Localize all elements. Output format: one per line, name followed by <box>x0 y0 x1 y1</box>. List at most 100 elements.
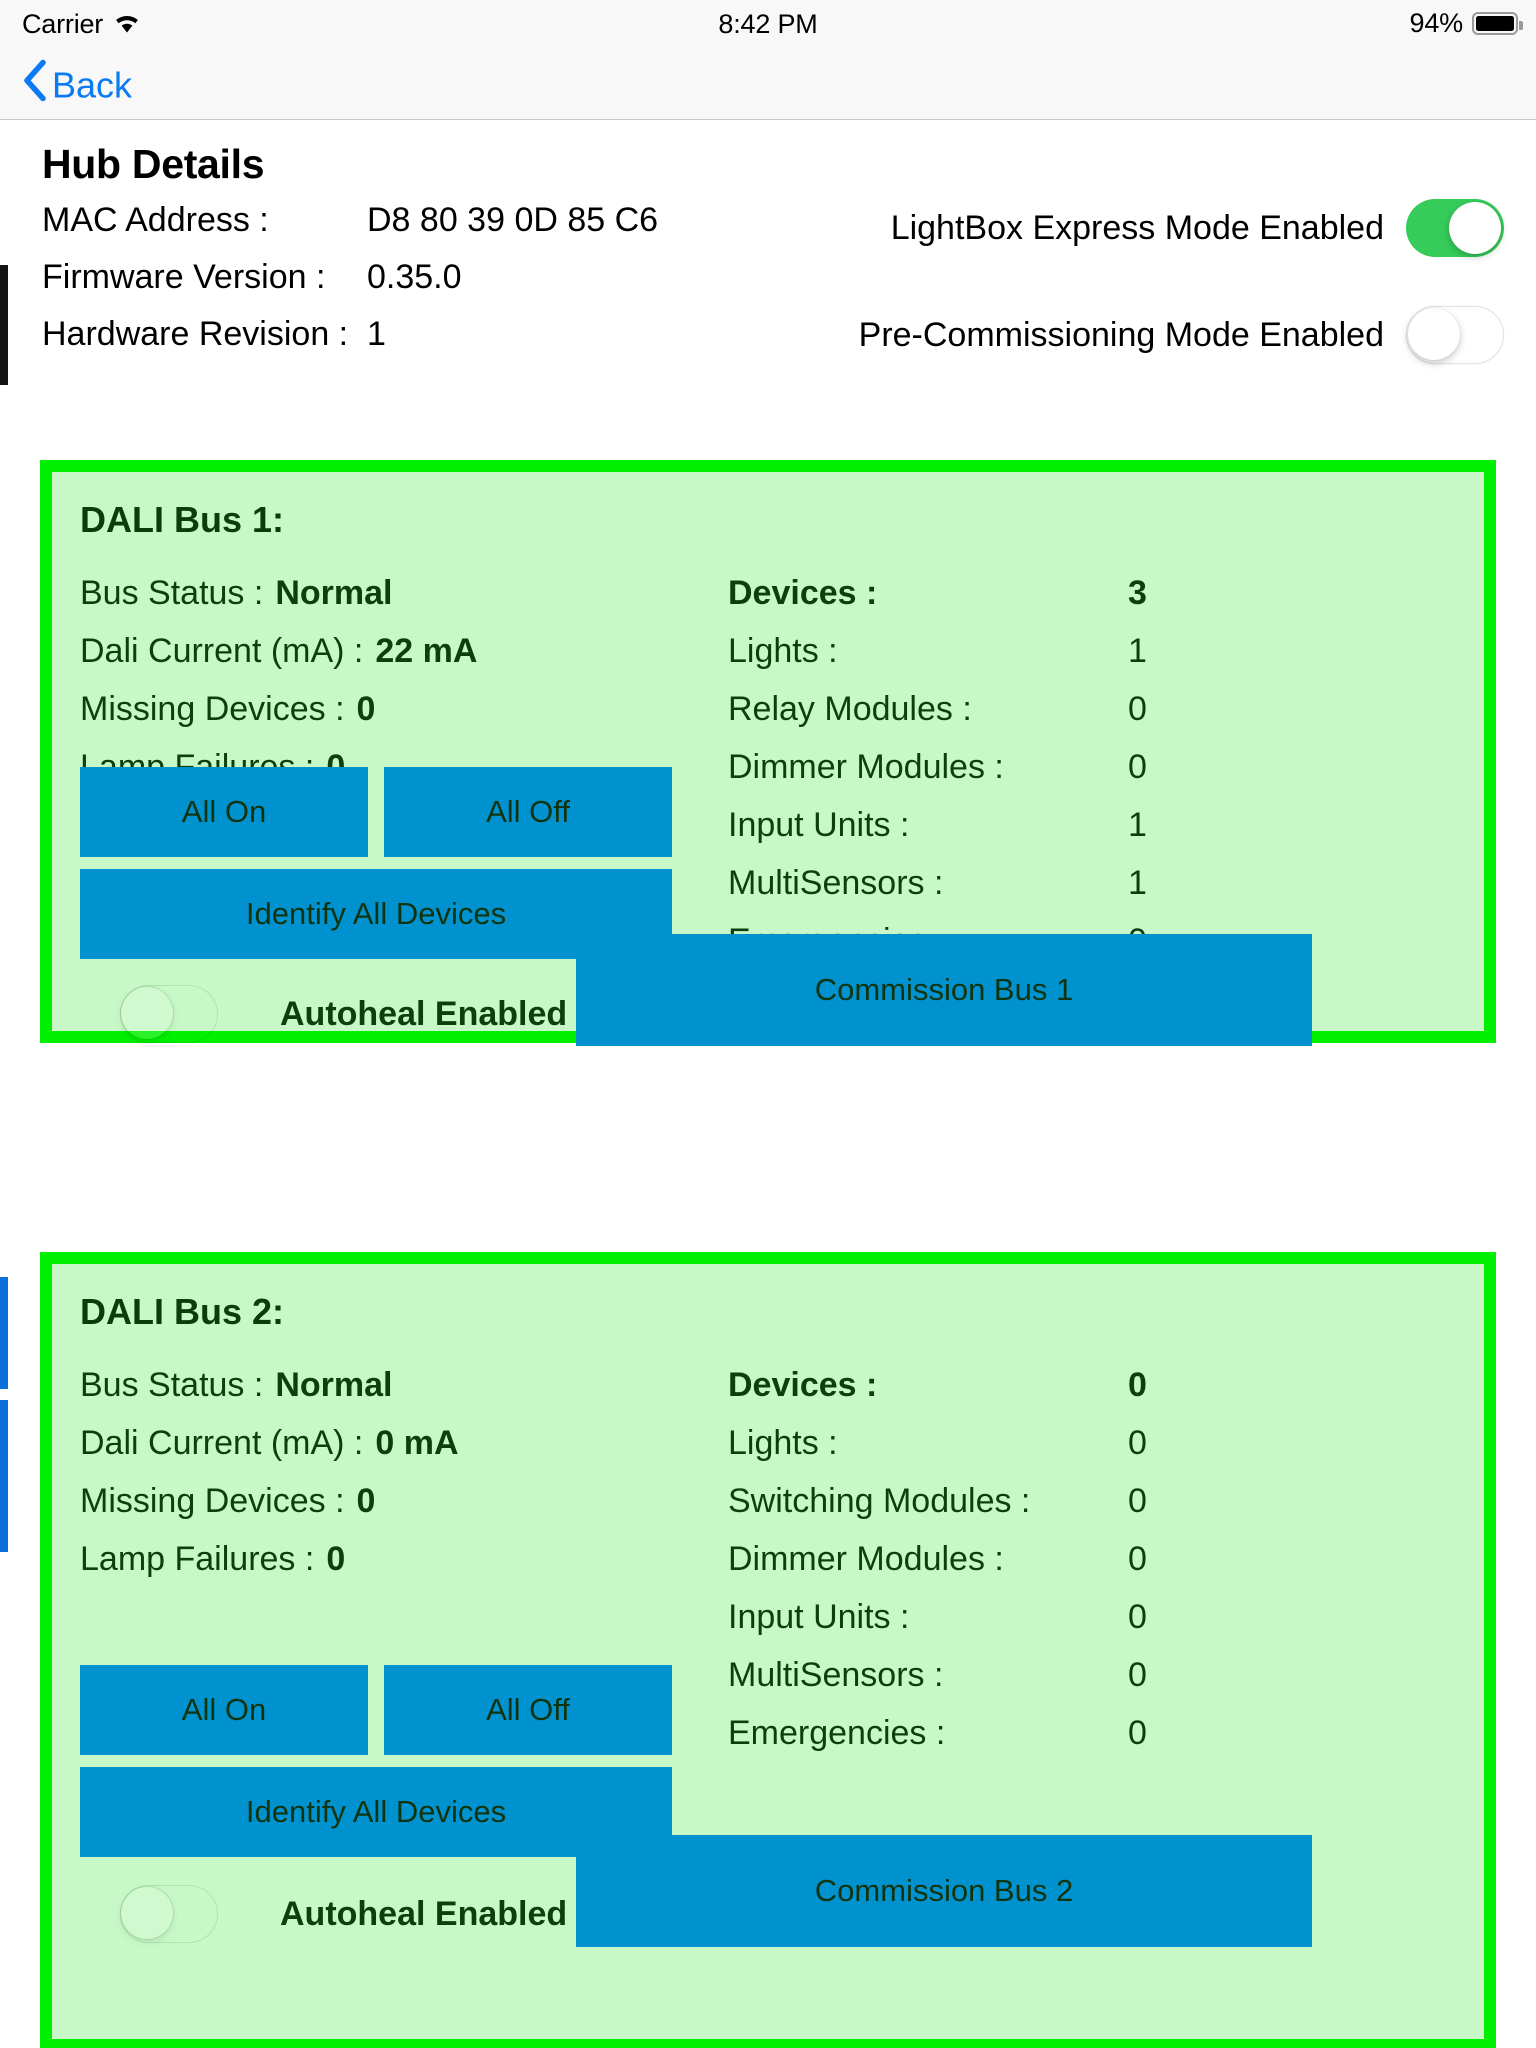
dali-bus-2-device-column: Devices : 0 Lights : 0 Switching Modules… <box>728 1366 1468 1772</box>
autoheal-toggle[interactable] <box>120 985 218 1043</box>
switching-modules-label: Switching Modules : <box>728 1482 1031 1520</box>
multisensors-row: MultiSensors : 1 <box>728 864 1468 922</box>
info-row-hardware: Hardware Revision : 1 <box>42 315 658 372</box>
input-units-value: 0 <box>1128 1598 1147 1636</box>
hub-info-block: MAC Address : D8 80 39 0D 85 C6 Firmware… <box>42 201 658 372</box>
emergencies-label: Emergencies : <box>728 1714 946 1752</box>
info-row-firmware: Firmware Version : 0.35.0 <box>42 258 658 315</box>
status-bar: Carrier 8:42 PM 94% <box>0 0 1536 52</box>
all-off-button[interactable]: All Off <box>384 767 672 857</box>
lights-row: Lights : 1 <box>728 632 1468 690</box>
mac-address-label: MAC Address : <box>42 201 269 239</box>
dimmer-modules-value: 0 <box>1128 1540 1147 1578</box>
lamp-failures-row: Lamp Failures : 0 <box>80 1540 680 1598</box>
dali-bus-1-onoff-buttons: All On All Off <box>80 767 672 857</box>
dimmer-modules-row: Dimmer Modules : 0 <box>728 748 1468 806</box>
lightbox-express-mode-toggle[interactable] <box>1406 199 1504 257</box>
dali-bus-2-onoff-buttons: All On All Off <box>80 1665 672 1755</box>
input-units-label: Input Units : <box>728 1598 910 1636</box>
bus-status-value: Normal <box>275 574 393 612</box>
dimmer-modules-label: Dimmer Modules : <box>728 748 1004 786</box>
all-on-button[interactable]: All On <box>80 1665 368 1755</box>
split-view-sliver-middle[interactable] <box>0 1277 8 1389</box>
back-button-label: Back <box>52 64 133 106</box>
bus-status-row: Bus Status : Normal <box>80 574 680 632</box>
firmware-version-value: 0.35.0 <box>367 258 462 296</box>
dali-current-value: 22 mA <box>375 632 478 670</box>
input-units-row: Input Units : 1 <box>728 806 1468 864</box>
dali-bus-2-card: DALI Bus 2: Bus Status : Normal Dali Cur… <box>40 1252 1496 2048</box>
all-off-button[interactable]: All Off <box>384 1665 672 1755</box>
lights-label: Lights : <box>728 632 838 670</box>
all-on-button[interactable]: All On <box>80 767 368 857</box>
dali-current-label: Dali Current (mA) : <box>80 632 364 670</box>
battery-icon <box>1472 12 1523 35</box>
emergencies-row: Emergencies : 0 <box>728 1714 1468 1772</box>
lightbox-express-mode-row: LightBox Express Mode Enabled <box>891 199 1504 257</box>
multisensors-value: 0 <box>1128 1656 1147 1694</box>
page-title: Hub Details <box>42 141 265 187</box>
emergencies-value: 0 <box>1128 1714 1147 1752</box>
input-units-row: Input Units : 0 <box>728 1598 1468 1656</box>
bus-status-label: Bus Status : <box>80 574 264 612</box>
hardware-revision-value: 1 <box>367 315 386 353</box>
input-units-value: 1 <box>1128 806 1147 844</box>
chevron-left-icon <box>22 59 46 110</box>
bus-status-value: Normal <box>275 1366 393 1404</box>
dali-bus-2-status-column: Bus Status : Normal Dali Current (mA) : … <box>80 1366 680 1598</box>
firmware-version-label: Firmware Version : <box>42 258 326 296</box>
mac-address-value: D8 80 39 0D 85 C6 <box>367 201 659 239</box>
pre-commissioning-mode-row: Pre-Commissioning Mode Enabled <box>859 306 1504 364</box>
pre-commissioning-mode-toggle[interactable] <box>1406 306 1504 364</box>
dali-bus-2-commission-wrapper: Commission Bus 2 <box>576 1835 1312 1947</box>
navigation-bar: Back <box>0 52 1536 120</box>
lamp-failures-value: 0 <box>326 1540 346 1578</box>
hardware-revision-label: Hardware Revision : <box>42 315 349 353</box>
devices-label: Devices : <box>728 1366 878 1404</box>
multisensors-value: 1 <box>1128 864 1147 902</box>
dimmer-modules-row: Dimmer Modules : 0 <box>728 1540 1468 1598</box>
split-view-sliver-top[interactable] <box>0 265 8 385</box>
lights-row: Lights : 0 <box>728 1424 1468 1482</box>
autoheal-label: Autoheal Enabled <box>280 1894 568 1933</box>
dali-bus-1-card: DALI Bus 1: Bus Status : Normal Dali Cur… <box>40 460 1496 1046</box>
dali-current-row: Dali Current (mA) : 22 mA <box>80 632 680 690</box>
hub-details-screen: Carrier 8:42 PM 94% Back Hub Details MAC… <box>0 0 1536 2048</box>
bus-status-row: Bus Status : Normal <box>80 1366 680 1424</box>
commission-bus-2-button[interactable]: Commission Bus 2 <box>576 1835 1312 1947</box>
devices-row: Devices : 3 <box>728 574 1468 632</box>
missing-devices-value: 0 <box>356 1482 376 1520</box>
missing-devices-row: Missing Devices : 0 <box>80 690 680 748</box>
back-button[interactable]: Back <box>22 59 132 112</box>
autoheal-label: Autoheal Enabled <box>280 994 568 1033</box>
dali-current-row: Dali Current (mA) : 0 mA <box>80 1424 680 1482</box>
multisensors-label: MultiSensors : <box>728 864 944 902</box>
dimmer-modules-label: Dimmer Modules : <box>728 1540 1004 1578</box>
battery-percent-label: 94% <box>1409 8 1464 38</box>
multisensors-label: MultiSensors : <box>728 1656 944 1694</box>
devices-row: Devices : 0 <box>728 1366 1468 1424</box>
missing-devices-label: Missing Devices : <box>80 690 345 728</box>
dimmer-modules-value: 0 <box>1128 748 1147 786</box>
commission-bus-1-button[interactable]: Commission Bus 1 <box>576 934 1312 1046</box>
lightbox-express-mode-label: LightBox Express Mode Enabled <box>890 208 1384 247</box>
switching-modules-row: Switching Modules : 0 <box>728 1482 1468 1540</box>
autoheal-toggle[interactable] <box>120 1885 218 1943</box>
split-view-sliver-bottom[interactable] <box>0 1400 8 1552</box>
lights-value: 0 <box>1128 1424 1147 1462</box>
dali-current-value: 0 mA <box>375 1424 459 1462</box>
missing-devices-row: Missing Devices : 0 <box>80 1482 680 1540</box>
lamp-failures-label: Lamp Failures : <box>80 1540 315 1578</box>
relay-modules-label: Relay Modules : <box>728 690 972 728</box>
switching-modules-value: 0 <box>1128 1482 1147 1520</box>
clock: 8:42 PM <box>718 9 818 39</box>
pre-commissioning-mode-label: Pre-Commissioning Mode Enabled <box>858 315 1384 354</box>
lights-value: 1 <box>1128 632 1147 670</box>
devices-value: 0 <box>1128 1366 1147 1404</box>
info-row-mac: MAC Address : D8 80 39 0D 85 C6 <box>42 201 658 258</box>
missing-devices-label: Missing Devices : <box>80 1482 345 1520</box>
devices-value: 3 <box>1128 574 1147 612</box>
input-units-label: Input Units : <box>728 806 910 844</box>
dali-bus-2-autoheal-row: Autoheal Enabled <box>120 1885 567 1943</box>
lights-label: Lights : <box>728 1424 838 1462</box>
